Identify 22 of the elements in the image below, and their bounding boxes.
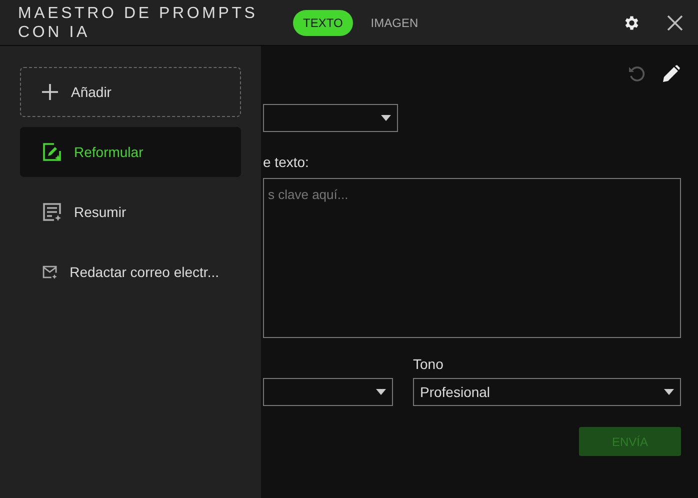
reset-icon[interactable] xyxy=(627,64,647,84)
pencil-icon[interactable] xyxy=(661,64,681,84)
tab[interactable]: IMAGEN xyxy=(360,10,428,36)
window-title: MAESTRO DE PROMPTS CON IA xyxy=(18,4,259,42)
caret-icon xyxy=(664,389,674,395)
tone-dropdown[interactable]: Profesional xyxy=(413,378,681,406)
sidebar-item[interactable]: Resumir xyxy=(20,187,241,237)
dropdown[interactable] xyxy=(263,378,393,406)
edit-icon xyxy=(42,142,62,162)
document-icon xyxy=(42,202,62,222)
sidebar-item[interactable]: Redactar correo electr... xyxy=(20,247,241,297)
plus-icon xyxy=(41,83,59,101)
caret-icon xyxy=(376,389,386,395)
caret-icon xyxy=(381,115,391,121)
input-field[interactable]: s clave aquí... xyxy=(263,178,681,338)
tab[interactable]: TEXTO xyxy=(293,10,353,36)
sidebar-item[interactable]: Reformular xyxy=(20,127,241,177)
dropdown[interactable] xyxy=(263,104,398,132)
field-label: Tono xyxy=(413,356,444,372)
field-label: e texto: xyxy=(263,154,310,170)
add-button[interactable]: Añadir xyxy=(20,67,241,117)
close-icon[interactable] xyxy=(666,14,684,32)
